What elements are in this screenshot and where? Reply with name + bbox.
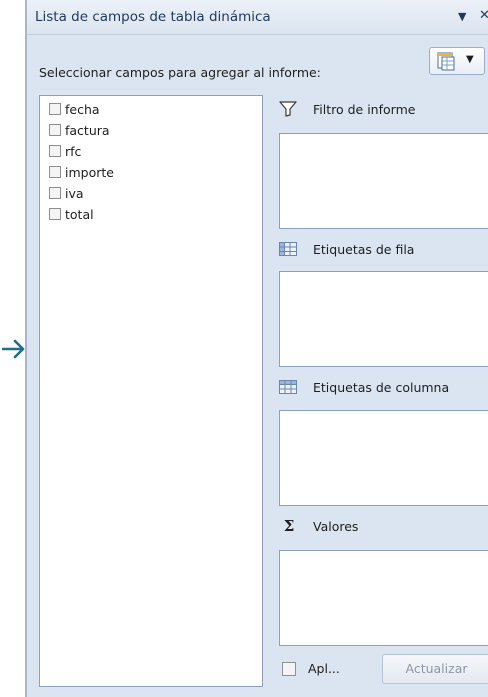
field-checkbox[interactable] — [49, 124, 61, 136]
field-item-total[interactable]: total — [49, 204, 94, 224]
field-list-layout-button[interactable]: ▼ — [429, 47, 485, 75]
values-drop-area[interactable] — [279, 550, 488, 646]
field-checkbox[interactable] — [49, 103, 61, 115]
field-list-layout-icon — [437, 52, 455, 71]
values-area-text: Valores — [313, 518, 359, 534]
row-labels-icon — [279, 242, 297, 256]
field-item-factura[interactable]: factura — [49, 120, 110, 140]
field-checkbox[interactable] — [49, 187, 61, 199]
field-checkbox[interactable] — [49, 166, 61, 178]
select-fields-label: Seleccionar campos para agregar al infor… — [39, 65, 321, 80]
pointer-arrow-icon — [2, 339, 25, 359]
field-label: iva — [65, 185, 84, 201]
columns-drop-area[interactable] — [279, 410, 488, 506]
filter-area-label: Filtro de informe — [279, 99, 415, 119]
field-checkbox[interactable] — [49, 208, 61, 220]
filter-area-text: Filtro de informe — [313, 101, 416, 117]
field-label: importe — [65, 164, 114, 180]
field-item-fecha[interactable]: fecha — [49, 99, 100, 119]
sigma-icon: Σ — [283, 517, 295, 535]
title-bar: Lista de campos de tabla dinámica ▼ ✕ — [27, 0, 488, 35]
field-label: total — [65, 206, 94, 222]
columns-area-label: Etiquetas de columna — [279, 377, 449, 397]
field-item-rfc[interactable]: rfc — [49, 141, 81, 161]
field-item-importe[interactable]: importe — [49, 162, 114, 182]
rows-area-text: Etiquetas de fila — [313, 241, 415, 257]
pivot-field-list-panel: Lista de campos de tabla dinámica ▼ ✕ Se… — [25, 0, 488, 697]
field-label: factura — [65, 122, 110, 138]
chevron-down-icon: ▼ — [466, 54, 474, 65]
close-button[interactable]: ✕ — [479, 8, 488, 23]
title-dropdown-button[interactable]: ▼ — [458, 10, 466, 23]
values-area-label: Σ Valores — [279, 516, 359, 536]
field-checkbox[interactable] — [49, 145, 61, 157]
panel-title: Lista de campos de tabla dinámica — [35, 9, 271, 25]
columns-area-text: Etiquetas de columna — [313, 379, 450, 395]
update-button[interactable]: Actualizar — [382, 654, 488, 684]
defer-update-label: Apl... — [308, 661, 340, 676]
filter-icon — [279, 101, 297, 117]
defer-update-checkbox[interactable] — [282, 662, 296, 676]
column-labels-icon — [279, 380, 297, 394]
filter-drop-area[interactable] — [279, 133, 488, 229]
field-label: fecha — [65, 101, 100, 117]
field-list: fecha factura rfc importe iva total — [39, 95, 263, 687]
rows-drop-area[interactable] — [279, 271, 488, 367]
rows-area-label: Etiquetas de fila — [279, 239, 414, 259]
field-label: rfc — [65, 143, 82, 159]
field-item-iva[interactable]: iva — [49, 183, 84, 203]
